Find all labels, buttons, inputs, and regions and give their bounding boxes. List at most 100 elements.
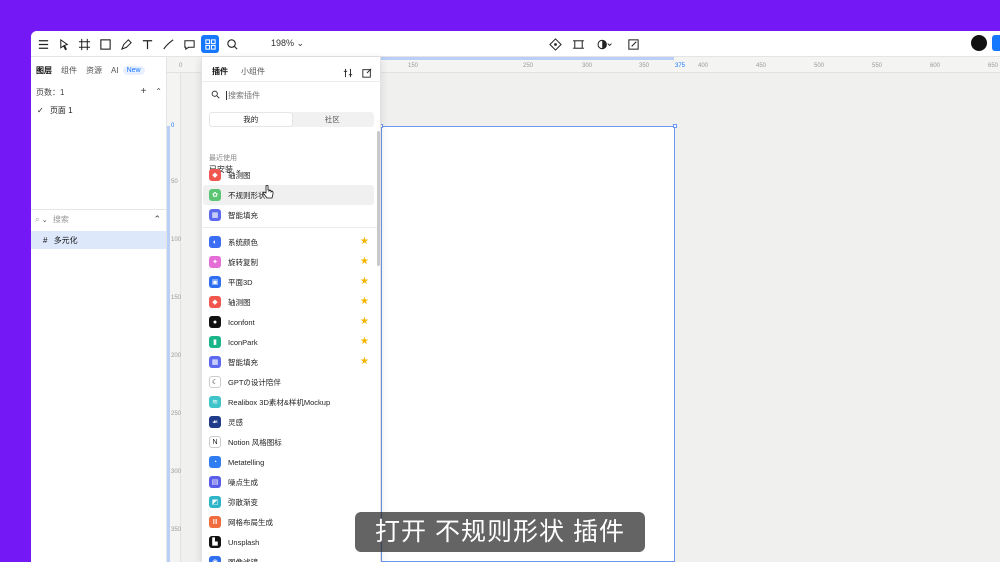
plugin-name: 灵感 — [228, 417, 243, 427]
plugin-row[interactable]: ✦ 旋转复制 ★ — [203, 252, 374, 272]
text-tool-icon[interactable] — [138, 35, 156, 53]
tab-plugins[interactable]: 插件 — [212, 66, 228, 77]
tab-components[interactable]: 组件 — [61, 65, 77, 76]
plugin-scope-switch: 我的 社区 — [209, 112, 374, 127]
plugin-row[interactable]: ☙ 灵感 — [203, 412, 374, 432]
plugin-row[interactable]: N Notion 风格图标 — [203, 432, 374, 452]
layer-row[interactable]: # 多元化 — [31, 231, 166, 249]
plugin-name: 噪点生成 — [228, 477, 258, 487]
pencil-tool-icon[interactable] — [159, 35, 177, 53]
divider — [31, 209, 166, 210]
layer-search-placeholder: 搜索 — [52, 215, 69, 224]
ruler-tick: 500 — [814, 63, 825, 69]
plugin-panel-tabs: 插件 小组件 — [212, 66, 265, 77]
share-button[interactable] — [992, 35, 1000, 51]
segment-mine[interactable]: 我的 — [210, 113, 292, 126]
check-icon: ✓ — [37, 106, 44, 115]
contrast-dropdown-icon[interactable] — [593, 35, 617, 53]
video-subtitle: 打开 不规则形状 插件 — [355, 512, 645, 552]
move-tool-icon[interactable] — [55, 35, 73, 53]
plugin-row[interactable]: ◆ 轴测图 ★ — [203, 292, 374, 312]
segment-community[interactable]: 社区 — [292, 113, 374, 126]
plugin-name: GPTの设计陪伴 — [228, 377, 281, 387]
ruler-tick: 0 — [179, 63, 183, 69]
frame-tool-icon[interactable] — [75, 35, 93, 53]
plugin-row[interactable]: ◉ 图像滤镜 — [203, 552, 374, 562]
plugin-row[interactable]: ▦ 智能填充 ★ — [203, 352, 374, 372]
resize-handle[interactable] — [673, 124, 677, 128]
plugin-panel-scrollbar[interactable] — [377, 131, 380, 266]
plugin-row[interactable]: ✿ 不规则形状 — [203, 185, 374, 205]
star-icon[interactable]: ★ — [360, 296, 369, 307]
plugins-tool-icon[interactable] — [201, 35, 219, 53]
plugin-name: 弥散渐变 — [228, 497, 258, 507]
plugin-row[interactable]: ◔ Metatelling — [203, 452, 374, 472]
component-icon[interactable] — [546, 35, 564, 53]
rectangle-tool-icon[interactable] — [96, 35, 114, 53]
plugin-row[interactable]: ◩ 弥散渐变 — [203, 492, 374, 512]
metatelling-icon: ◔ — [209, 456, 221, 468]
edit-icon[interactable] — [624, 35, 642, 53]
artboard[interactable] — [379, 124, 677, 562]
layer-search[interactable]: ⌕ ⌄ 搜索 ⌃ — [35, 214, 163, 225]
zoom-level: 198% — [271, 38, 295, 48]
ruler-tick: 600 — [930, 63, 941, 69]
plugin-name: 网格布局生成 — [228, 517, 273, 527]
plugin-row[interactable]: ▮ IconPark ★ — [203, 332, 374, 352]
tab-assets[interactable]: 资源 — [86, 65, 102, 76]
menu-icon[interactable] — [34, 35, 52, 53]
layer-name: 多元化 — [53, 236, 78, 245]
ruler-tick: 300 — [171, 469, 182, 475]
search-icon[interactable] — [223, 35, 241, 53]
star-icon[interactable]: ★ — [360, 316, 369, 327]
recent-section-label: 最近使用 — [209, 155, 237, 162]
add-page-icon[interactable]: + — [141, 86, 147, 97]
plugin-name: 旋转复制 — [228, 257, 258, 267]
plugin-row[interactable]: ◐ 系统颜色 ★ — [203, 232, 374, 252]
ruler-tick: 200 — [171, 353, 182, 359]
ruler-tick: 150 — [171, 295, 182, 301]
pages-controls: + ⌃ — [141, 86, 162, 97]
flat-3d-icon: ▣ — [209, 276, 221, 288]
plugin-row[interactable]: ◆ 轴测图 — [203, 165, 374, 185]
tab-widgets[interactable]: 小组件 — [241, 66, 265, 77]
plugin-name: 不规则形状 — [228, 190, 266, 200]
tab-ai[interactable]: AI — [111, 66, 119, 75]
crop-icon[interactable] — [569, 35, 587, 53]
plugin-name: Realibox 3D素材&样机Mockup — [228, 397, 331, 407]
ruler-tick: 250 — [171, 411, 182, 417]
plugin-row[interactable]: ☾ GPTの设计陪伴 — [203, 372, 374, 392]
comment-tool-icon[interactable] — [180, 35, 198, 53]
plugin-row[interactable]: ▤ 噪点生成 — [203, 472, 374, 492]
plugin-row[interactable]: ▙ Unsplash — [203, 532, 374, 552]
ruler-tick: 550 — [872, 63, 883, 69]
ruler-tick: 350 — [639, 63, 650, 69]
plugin-row[interactable]: ▦ 智能填充 — [203, 205, 374, 225]
avatar[interactable] — [971, 35, 987, 51]
chevron-up-icon[interactable]: ⌃ — [155, 87, 162, 96]
image-filter-icon: ◉ — [209, 556, 221, 562]
plugin-row[interactable]: ▣ 平面3D ★ — [203, 272, 374, 292]
plugin-row[interactable]: ● Iconfont ★ — [203, 312, 374, 332]
axonometric-icon: ◆ — [209, 296, 221, 308]
star-icon[interactable]: ★ — [360, 336, 369, 347]
zoom-dropdown[interactable]: 198% ⌄ — [271, 38, 304, 49]
star-icon[interactable]: ★ — [360, 276, 369, 287]
ruler-tick: 0 — [171, 123, 175, 129]
star-icon[interactable]: ★ — [360, 256, 369, 267]
tab-layers[interactable]: 图层 — [36, 65, 52, 76]
collapse-icon[interactable]: ⌃ — [153, 214, 161, 225]
ruler-tick: 300 — [582, 63, 593, 69]
smart-fill-icon: ▦ — [209, 209, 221, 221]
star-icon[interactable]: ★ — [360, 236, 369, 247]
ruler-tick: 350 — [171, 527, 182, 533]
iconfont-icon: ● — [209, 316, 221, 328]
star-icon[interactable]: ★ — [360, 356, 369, 367]
plugin-search-input[interactable] — [226, 90, 356, 100]
ruler-tick: 450 — [756, 63, 767, 69]
plugin-row[interactable]: ≋ Realibox 3D素材&样机Mockup — [203, 392, 374, 412]
page-list-item[interactable]: ✓ 页面 1 — [37, 105, 73, 116]
pages-count: 页数：1 — [36, 88, 65, 97]
pen-tool-icon[interactable] — [117, 35, 135, 53]
plugin-row[interactable]: Ⅲ 网格布局生成 — [203, 512, 374, 532]
